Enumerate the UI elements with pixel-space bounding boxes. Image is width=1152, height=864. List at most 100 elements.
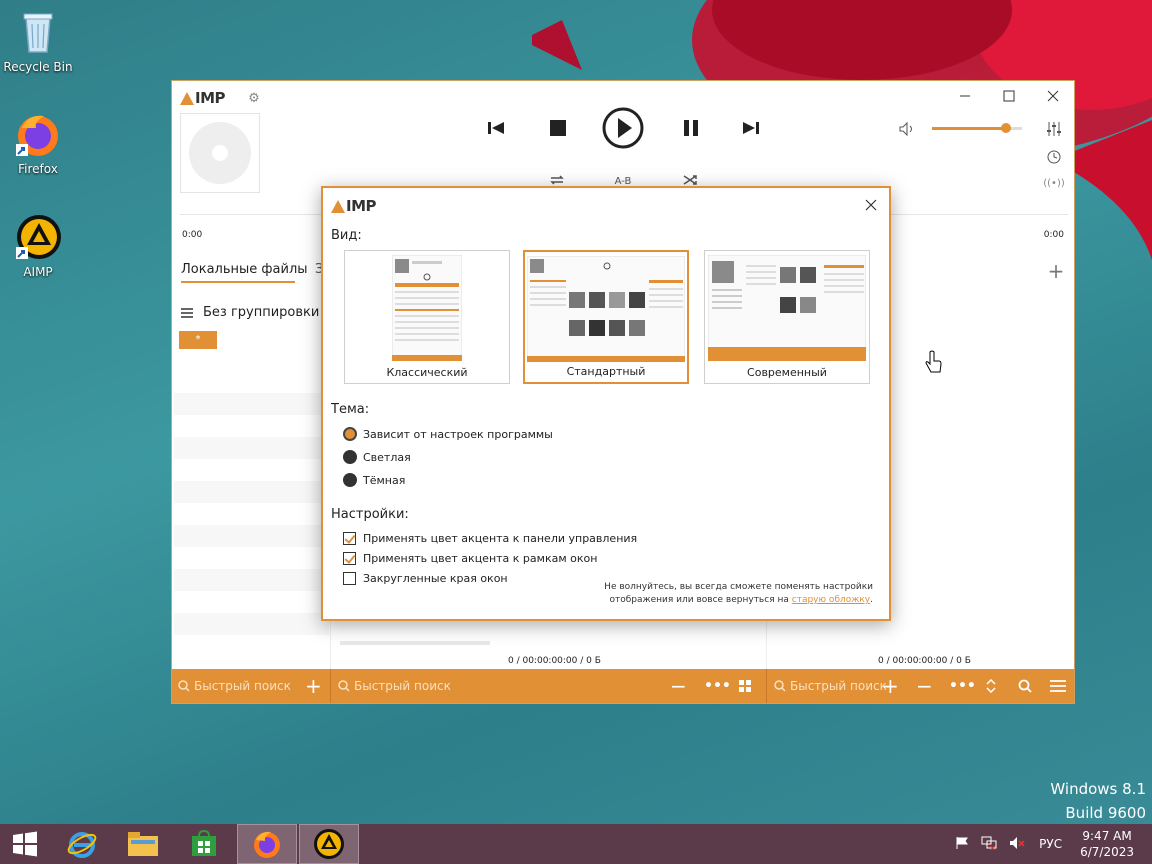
accent-window-frames-checkbox[interactable]: Применять цвет акцента к рамкам окон [343, 552, 597, 565]
radio-icon[interactable] [343, 450, 357, 464]
quick-search-middle[interactable]: Быстрый поиск [338, 669, 451, 703]
settings-section-label: Настройки: [331, 507, 409, 522]
album-art-placeholder [180, 113, 260, 193]
dialog-aimp-logo: IMP [331, 197, 377, 215]
volume-button[interactable] [896, 119, 918, 139]
start-button[interactable] [0, 824, 50, 864]
minimize-button[interactable] [950, 85, 980, 107]
play-icon [602, 107, 644, 149]
add-playlist-button[interactable]: + [1046, 259, 1066, 283]
maximize-button[interactable] [994, 85, 1024, 107]
radio-broadcast-icon[interactable]: ((•)) [1043, 173, 1065, 193]
main-menu-button[interactable] [1050, 669, 1066, 703]
aimp-logo-triangle-icon [331, 199, 345, 213]
taskbar-store[interactable] [174, 824, 234, 864]
grouping-selector[interactable]: Без группировки [181, 305, 319, 320]
view-section-label: Вид: [331, 228, 362, 243]
network-icon[interactable] [981, 836, 997, 853]
tab-local-files[interactable]: Локальные файлы [181, 262, 308, 277]
aimp-logo-triangle-icon [180, 91, 194, 105]
equalizer-button[interactable] [1044, 119, 1064, 139]
theme-option-dark[interactable]: Тёмная [343, 473, 405, 487]
taskbar-internet-explorer[interactable] [52, 824, 112, 864]
desktop-icon-recycle-bin[interactable]: Recycle Bin [0, 8, 76, 74]
desktop-icon-aimp[interactable]: AIMP [0, 213, 76, 279]
add-files-button-left[interactable]: + [305, 669, 322, 703]
theme-section-label: Тема: [331, 402, 370, 417]
settings-gear-icon[interactable]: ⚙ [246, 90, 262, 106]
theme-option-auto[interactable]: Зависит от настроек программы [343, 427, 553, 441]
theme-option-light[interactable]: Светлая [343, 450, 411, 464]
play-button[interactable] [600, 105, 646, 151]
time-remaining: 0:00 [1043, 230, 1064, 240]
checkbox-checked-icon[interactable] [343, 532, 356, 545]
remove-button-middle[interactable]: − [670, 669, 687, 703]
checkbox-checked-icon[interactable] [343, 552, 356, 565]
sort-button[interactable] [986, 669, 996, 703]
pause-button[interactable] [677, 117, 705, 139]
modern-preview-image [708, 255, 866, 361]
windows-build-text: Build 9600 [1065, 804, 1146, 822]
close-icon [865, 199, 877, 211]
bottom-toolbar: Быстрый поиск + Быстрый поиск − ••• Быст… [172, 669, 1074, 703]
quick-search-right[interactable]: Быстрый поиск [774, 669, 887, 703]
radio-icon[interactable] [343, 473, 357, 487]
taskbar-aimp[interactable] [299, 824, 359, 864]
next-icon [743, 122, 759, 134]
grid-view-button[interactable] [739, 669, 751, 703]
aimp-logo: IMP [180, 89, 226, 107]
firefox-icon [254, 831, 280, 858]
view-option-standard[interactable]: Стандартный [523, 250, 689, 384]
volume-fill [932, 127, 1006, 130]
more-button-middle[interactable]: ••• [704, 669, 731, 703]
clock-date: 6/7/2023 [1080, 845, 1134, 859]
remove-button-right[interactable]: − [916, 669, 933, 703]
search-icon [1018, 679, 1032, 693]
pane-divider [766, 617, 767, 671]
stop-button[interactable] [544, 117, 572, 139]
old-skin-link[interactable]: старую обложку [792, 595, 870, 605]
desktop-icon-label: Recycle Bin [3, 60, 73, 74]
taskbar-clock[interactable]: 9:47 AM 6/7/2023 [1080, 828, 1134, 860]
horizontal-scrollbar[interactable] [340, 641, 490, 645]
desktop-icon-firefox[interactable]: Firefox [0, 110, 76, 176]
add-files-button-right[interactable]: + [882, 669, 899, 703]
toolbar-divider [766, 669, 767, 703]
search-icon [774, 680, 786, 692]
toolbar-divider [330, 669, 331, 703]
search-button[interactable] [1018, 669, 1032, 703]
desktop-icon-label: AIMP [23, 265, 53, 279]
scheduler-button[interactable] [1044, 147, 1064, 167]
dialog-close-button[interactable] [859, 194, 883, 216]
close-icon [1047, 90, 1059, 102]
aimp-icon [14, 213, 62, 261]
view-option-modern[interactable]: Современный [704, 250, 870, 384]
clock-time: 9:47 AM [1082, 829, 1132, 843]
previous-track-button[interactable] [482, 117, 510, 139]
radio-selected-icon[interactable] [343, 427, 357, 441]
accent-control-panel-checkbox[interactable]: Применять цвет акцента к панели управлен… [343, 532, 637, 545]
time-elapsed: 0:00 [182, 230, 203, 240]
quick-search-left[interactable]: Быстрый поиск [178, 669, 291, 703]
taskbar-firefox[interactable] [237, 824, 297, 864]
view-option-classic[interactable]: Классический [344, 250, 510, 384]
all-files-button[interactable]: * [179, 331, 217, 349]
rounded-corners-checkbox[interactable]: Закругленные края окон [343, 572, 508, 585]
action-center-flag-icon[interactable] [955, 836, 969, 853]
list-stripe [174, 481, 329, 503]
repeat-icon [550, 175, 564, 185]
input-language-indicator[interactable]: РУС [1039, 837, 1062, 851]
folder-icon [128, 832, 158, 856]
close-button[interactable] [1038, 85, 1068, 107]
dialog-note: Не волнуйтесь, вы всегда сможете поменят… [604, 582, 873, 605]
classic-preview-image [392, 255, 462, 361]
store-icon [192, 830, 216, 856]
more-button-right[interactable]: ••• [949, 669, 976, 703]
taskbar-file-explorer[interactable] [113, 824, 173, 864]
volume-slider[interactable] [932, 123, 1022, 133]
volume-muted-icon[interactable] [1009, 836, 1025, 853]
checkbox-icon[interactable] [343, 572, 356, 585]
list-stripe [174, 613, 329, 635]
volume-knob[interactable] [1000, 123, 1011, 133]
next-track-button[interactable] [737, 117, 765, 139]
